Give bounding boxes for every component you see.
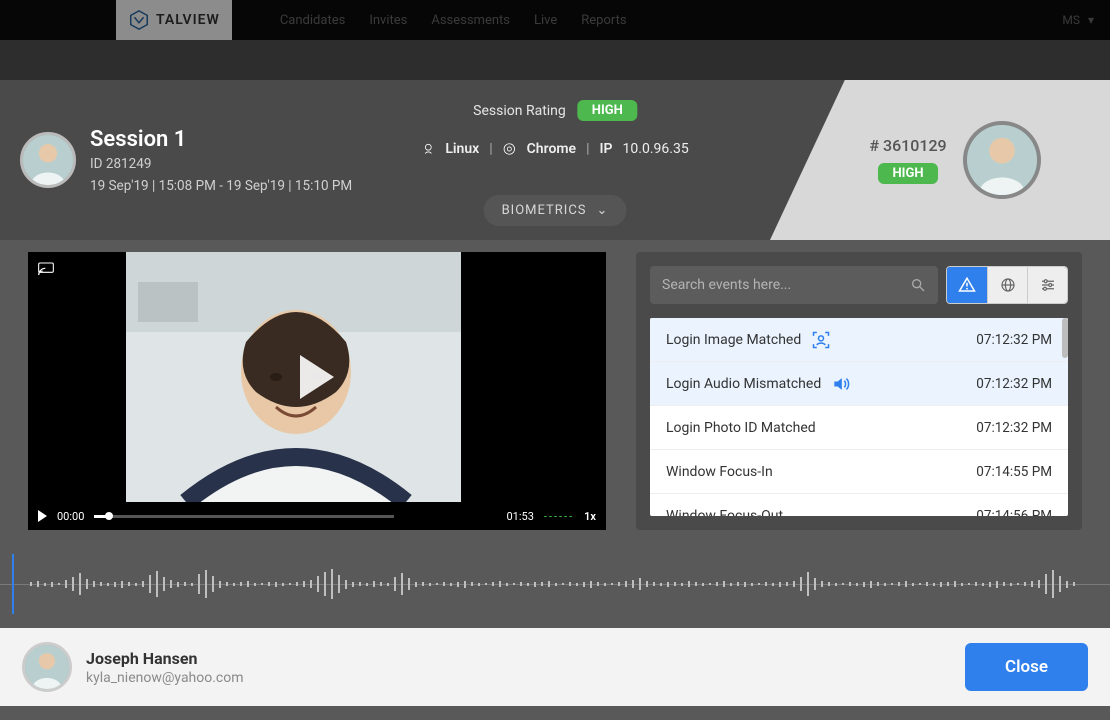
event-row[interactable]: Login Photo ID Matched 07:12:32 PM: [650, 406, 1068, 450]
nav-user[interactable]: MS ▾: [1062, 13, 1094, 27]
player-controls: 00:00 01:53 ------ 1x: [28, 502, 606, 530]
event-label: Login Image Matched: [666, 332, 801, 348]
brand-logo[interactable]: TALVIEW: [116, 0, 232, 40]
chrome-icon: [503, 142, 517, 156]
events-filter-buttons: [946, 266, 1068, 304]
browser-label: Chrome: [527, 141, 576, 157]
session-avatar: [20, 132, 76, 188]
event-row[interactable]: Login Image Matched 07:12:32 PM: [650, 318, 1068, 362]
logo-hex-icon: [128, 9, 150, 31]
events-scrollbar[interactable]: [1062, 318, 1068, 358]
event-time: 07:12:32 PM: [976, 376, 1052, 392]
session-title: Session 1: [90, 127, 352, 152]
footer-avatar: [22, 642, 72, 692]
event-time: 07:14:56 PM: [976, 508, 1052, 517]
playback-speed[interactable]: 1x: [584, 510, 596, 523]
system-info: Linux | Chrome | IP 10.0.96.35: [421, 141, 688, 157]
biometrics-label: BIOMETRICS: [502, 203, 587, 218]
face-scan-icon: [811, 330, 831, 350]
rating-badge: HIGH: [578, 100, 637, 121]
play-button[interactable]: [300, 355, 334, 399]
close-button[interactable]: Close: [965, 643, 1088, 691]
user-initials: MS: [1062, 13, 1080, 27]
top-nav: TALVIEW Candidates Invites Assessments L…: [0, 0, 1110, 40]
rating-label: Session Rating: [473, 103, 566, 119]
event-time: 07:12:32 PM: [976, 420, 1052, 436]
linux-icon: [421, 142, 435, 156]
biometrics-dropdown[interactable]: BIOMETRICS ⌄: [484, 195, 627, 226]
progress-bar[interactable]: [94, 515, 394, 518]
play-small-icon[interactable]: [38, 510, 47, 522]
nav-invites[interactable]: Invites: [369, 13, 407, 28]
footer-name: Joseph Hansen: [86, 649, 244, 668]
record-rating-badge: HIGH: [878, 163, 937, 184]
event-label: Login Photo ID Matched: [666, 420, 816, 436]
event-label: Window Focus-In: [666, 464, 773, 480]
waveform-cursor[interactable]: [12, 554, 14, 614]
globe-icon: [999, 276, 1017, 294]
chevron-down-icon: ▾: [1088, 13, 1094, 27]
event-row[interactable]: Login Audio Mismatched 07:12:32 PM: [650, 362, 1068, 406]
events-search[interactable]: [650, 266, 938, 304]
video-frame: [126, 252, 461, 502]
nav-live[interactable]: Live: [534, 13, 557, 28]
os-label: Linux: [445, 141, 479, 157]
footer-email: kyla_nienow@yahoo.com: [86, 670, 244, 686]
banner-right: # 3610129 HIGH: [770, 80, 1110, 240]
footer-bar: Joseph Hansen kyla_nienow@yahoo.com Clos…: [0, 628, 1110, 706]
duration: 01:53: [506, 510, 533, 523]
ip-value: 10.0.96.35: [623, 141, 689, 157]
cast-icon: [38, 262, 54, 276]
event-row[interactable]: Window Focus-In 07:14:55 PM: [650, 450, 1068, 494]
nav-links: Candidates Invites Assessments Live Repo…: [280, 13, 627, 28]
events-panel: Login Image Matched07:12:32 PMLogin Audi…: [636, 252, 1082, 530]
nav-candidates[interactable]: Candidates: [280, 13, 345, 28]
event-row[interactable]: Window Focus-Out 07:14:56 PM: [650, 494, 1068, 516]
globe-filter-button[interactable]: [987, 267, 1027, 303]
event-time: 07:14:55 PM: [976, 464, 1052, 480]
video-player[interactable]: 00:00 01:53 ------ 1x: [28, 252, 606, 530]
event-label: Window Focus-Out: [666, 508, 783, 517]
search-input[interactable]: [662, 277, 910, 293]
record-avatar: [963, 121, 1041, 199]
search-icon: [910, 277, 926, 293]
session-id: ID 281249: [90, 156, 352, 172]
alert-filter-button[interactable]: [947, 267, 987, 303]
nav-reports[interactable]: Reports: [581, 13, 626, 28]
chevron-down-icon: ⌄: [597, 203, 609, 218]
event-label: Login Audio Mismatched: [666, 376, 821, 392]
nav-assessments[interactable]: Assessments: [431, 13, 510, 28]
alert-icon: [958, 276, 976, 294]
event-time: 07:12:32 PM: [976, 332, 1052, 348]
audio-icon: [831, 374, 851, 394]
settings-filter-button[interactable]: [1027, 267, 1067, 303]
audio-level-indicator: ------: [544, 510, 574, 523]
session-time-range: 19 Sep'19 | 15:08 PM - 19 Sep'19 | 15:10…: [90, 178, 352, 194]
current-time: 00:00: [57, 510, 84, 523]
sliders-icon: [1039, 276, 1057, 294]
ip-label: IP: [600, 141, 613, 157]
record-number: # 3610129: [869, 136, 946, 155]
brand-name: TALVIEW: [156, 12, 220, 28]
audio-waveform[interactable]: [0, 548, 1110, 620]
events-list: Login Image Matched07:12:32 PMLogin Audi…: [650, 318, 1068, 516]
